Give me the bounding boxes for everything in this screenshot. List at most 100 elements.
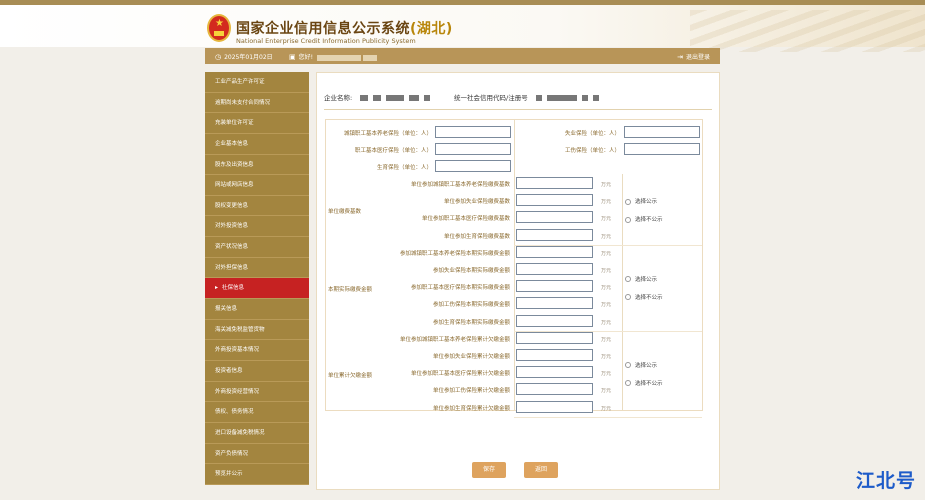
- radio-circle-icon[interactable]: [625, 198, 631, 205]
- amount-label: 参加失业保险本期实际缴费金额: [432, 268, 510, 274]
- logout-link[interactable]: ⇥ 退出登录: [677, 52, 710, 62]
- amount-input[interactable]: [516, 177, 593, 189]
- count-input[interactable]: [624, 143, 700, 155]
- radio-no-publish-label: 选择不公示: [635, 294, 663, 301]
- amount-label: 单位参加失业保险缴费基数: [443, 199, 510, 206]
- user-bar: ◷ 2025年01月02日 ▣ 您好! ⇥ 退出登录: [205, 48, 720, 64]
- current-date: ◷ 2025年01月02日: [215, 53, 273, 62]
- sidebar-item[interactable]: 逾期尚未支付合同情况: [205, 93, 309, 114]
- company-name-row: 企业名称:: [324, 92, 435, 102]
- site-header: ★ 国家企业信用信息公示系统(湖北) National Enterprise C…: [0, 5, 925, 52]
- column-divider: [514, 120, 515, 410]
- count-label: 职工基本医疗保险（单位：人）: [354, 148, 432, 154]
- radio-publish-label: 选择公示: [635, 199, 658, 206]
- sidebar-item[interactable]: 对外担保信息: [205, 258, 309, 279]
- sidebar-item[interactable]: 股权变更信息: [205, 196, 309, 217]
- sidebar-item[interactable]: 网站或网店信息: [205, 175, 309, 196]
- count-label: 生育保险（单位：人）: [376, 165, 432, 171]
- group-label: 单位缴费基数: [328, 209, 362, 216]
- amount-input[interactable]: [516, 331, 593, 344]
- amount-label: 单位参加职工基本医疗保险累计欠缴金额: [410, 371, 510, 378]
- sidebar-nav: 工业产品生产许可证 逾期尚未支付合同情况 充装单位许可证 企业基本信息 股东及出资信息网…: [205, 72, 309, 485]
- main-panel: 企业名称: 统一社会信用代码/注册号 城镇职工基本养老保险（单位：人） 失业保险（…: [316, 72, 720, 490]
- sidebar-item[interactable]: 社保信息: [205, 278, 309, 300]
- radio-circle-icon[interactable]: [625, 216, 631, 223]
- amount-input[interactable]: [516, 297, 593, 310]
- amount-label: 参加生育保险本期实际缴费金额: [432, 319, 510, 326]
- sidebar-item[interactable]: 海关减免税监管货物: [205, 320, 309, 341]
- sidebar-item[interactable]: 股东及出资信息: [205, 155, 309, 176]
- count-label: 失业保险（单位：人）: [564, 131, 620, 137]
- count-input[interactable]: [435, 126, 511, 138]
- count-input[interactable]: [435, 143, 511, 155]
- unit-label: 万元: [601, 233, 612, 240]
- amount-input[interactable]: [516, 400, 593, 413]
- amount-label: 参加城镇职工基本养老保险本期实际缴费金额: [399, 250, 510, 257]
- group-label: 单位累计欠缴金额: [328, 372, 373, 379]
- watermark: 江北号: [856, 470, 917, 492]
- sidebar-item[interactable]: 对外投资信息: [205, 216, 309, 238]
- masked-username-tail: [363, 54, 378, 61]
- unit-label: 万元: [601, 268, 612, 274]
- unit-label: 万元: [601, 336, 612, 343]
- header-decoration: [690, 10, 925, 52]
- radio-circle-icon[interactable]: [625, 380, 631, 387]
- amount-input[interactable]: [516, 280, 593, 293]
- sidebar-item[interactable]: 债权、债务情况: [205, 402, 309, 423]
- amount-label: 单位参加生育保险缴费基数: [443, 233, 510, 240]
- amount-input[interactable]: [516, 383, 593, 396]
- sidebar-item[interactable]: 外商投资经营情况: [205, 382, 309, 403]
- amount-input[interactable]: [516, 314, 593, 327]
- unit-label: 万元: [601, 405, 612, 412]
- radio-publish[interactable]: 选择公示: [625, 361, 657, 369]
- clock-icon: ◷: [215, 53, 222, 61]
- amount-input[interactable]: [516, 194, 593, 207]
- amount-label: 参加职工基本医疗保险本期实际缴费金额: [410, 285, 510, 292]
- sidebar-item[interactable]: 资产负债情况: [205, 444, 309, 465]
- unit-label: 万元: [601, 182, 612, 188]
- amount-label: 单位参加城镇职工基本养老保险缴费基数: [410, 182, 510, 188]
- save-button[interactable]: 保存: [472, 462, 506, 478]
- unit-label: 万元: [601, 388, 612, 395]
- site-title: 国家企业信用信息公示系统(湖北): [236, 21, 453, 37]
- amount-input[interactable]: [516, 366, 593, 379]
- sidebar-item[interactable]: 充装单位许可证: [205, 113, 309, 134]
- radio-circle-icon[interactable]: [625, 294, 631, 301]
- radio-no-publish[interactable]: 选择不公示: [625, 379, 663, 387]
- column-divider: [622, 174, 623, 410]
- social-security-form: 城镇职工基本养老保险（单位：人） 失业保险（单位：人） 职工基本医疗保险（单位：人）…: [325, 119, 703, 418]
- radio-circle-icon[interactable]: [625, 362, 631, 369]
- radio-publish[interactable]: 选择公示: [625, 197, 657, 205]
- sidebar-item[interactable]: 预览并公示: [205, 464, 309, 485]
- amount-label: 单位参加工伤保险累计欠缴金额: [432, 388, 510, 395]
- sidebar-item[interactable]: 报关信息: [205, 299, 309, 320]
- sidebar-item[interactable]: 进口设备减免税情况: [205, 423, 309, 444]
- back-button[interactable]: 返回: [524, 462, 558, 478]
- unit-label: 万元: [601, 371, 612, 378]
- radio-publish[interactable]: 选择公示: [625, 275, 657, 283]
- credit-code-row: 统一社会信用代码/注册号: [454, 92, 604, 102]
- sidebar-item[interactable]: 工业产品生产许可证: [205, 72, 309, 93]
- unit-label: 万元: [601, 354, 612, 360]
- sidebar-item[interactable]: 投资者信息: [205, 361, 309, 382]
- amount-input[interactable]: [516, 211, 593, 224]
- radio-no-publish[interactable]: 选择不公示: [625, 293, 663, 301]
- radio-publish-label: 选择公示: [635, 276, 658, 283]
- radio-no-publish[interactable]: 选择不公示: [625, 215, 663, 223]
- amount-label: 单位参加生育保险累计欠缴金额: [432, 405, 510, 412]
- sidebar-item[interactable]: 企业基本信息: [205, 134, 309, 155]
- amount-input[interactable]: [516, 263, 593, 275]
- amount-input[interactable]: [516, 228, 593, 241]
- sidebar-item[interactable]: 外商投资基本情况: [205, 340, 309, 361]
- amount-label: 单位参加城镇职工基本养老保险累计欠缴金额: [399, 336, 510, 343]
- sidebar-item[interactable]: 资产状况信息: [205, 237, 309, 258]
- count-input[interactable]: [435, 160, 511, 172]
- count-label: 工伤保险（单位：人）: [564, 148, 620, 154]
- radio-circle-icon[interactable]: [625, 276, 631, 283]
- count-input[interactable]: [624, 126, 700, 138]
- user-card-icon: ▣: [289, 53, 296, 61]
- amount-input[interactable]: [516, 349, 593, 361]
- amount-input[interactable]: [516, 245, 593, 258]
- masked-company-name: [360, 95, 369, 101]
- group-divider: [514, 416, 702, 418]
